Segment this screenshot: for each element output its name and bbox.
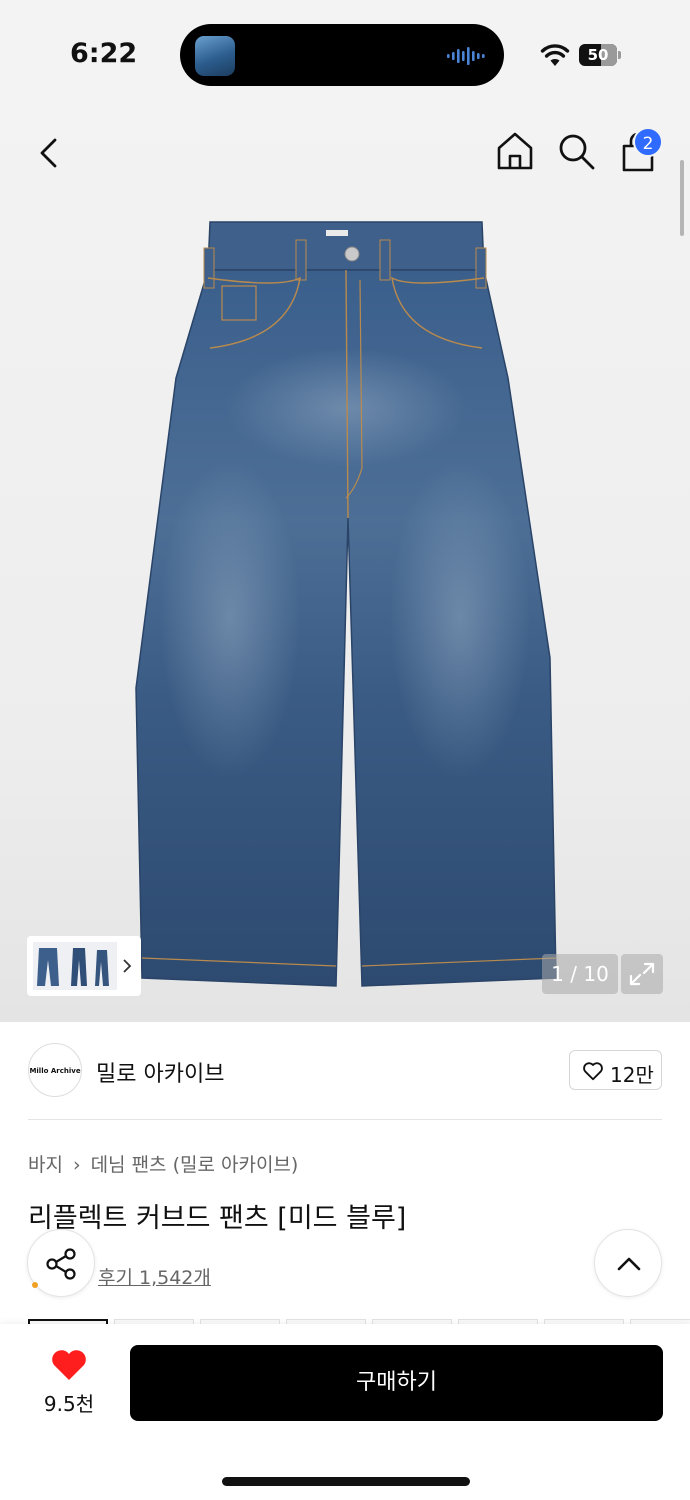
brand-logo[interactable]: Millo Archive xyxy=(28,1043,82,1097)
home-icon[interactable] xyxy=(495,130,535,172)
bottom-action-bar: 9.5천 구매하기 xyxy=(0,1324,690,1500)
heart-icon xyxy=(52,1350,86,1380)
chevron-right-icon: › xyxy=(72,1154,81,1176)
buy-button[interactable]: 구매하기 xyxy=(130,1345,663,1421)
status-bar: 6:22 50 xyxy=(0,0,690,110)
battery-level: 50 xyxy=(587,46,609,64)
rating-star-icon xyxy=(32,1282,38,1288)
breadcrumb-subcategory[interactable]: 데님 팬츠 (밀로 아카이브) xyxy=(91,1154,299,1176)
home-indicator[interactable] xyxy=(222,1477,470,1486)
breadcrumb-category[interactable]: 바지 xyxy=(28,1154,63,1176)
audio-wave-icon xyxy=(447,47,485,65)
thumbnail-previews xyxy=(33,942,132,990)
gallery-thumbnails-button[interactable] xyxy=(27,936,141,996)
status-time: 6:22 xyxy=(70,38,138,69)
brand-name[interactable]: 밀로 아카이브 xyxy=(96,1056,224,1088)
expand-button[interactable] xyxy=(621,954,663,994)
image-counter: 1 / 10 xyxy=(542,954,618,994)
divider xyxy=(28,1119,662,1120)
now-playing-artwork xyxy=(195,36,235,76)
scroll-to-top-button[interactable] xyxy=(594,1229,662,1297)
battery-indicator: 50 xyxy=(579,44,621,66)
scrollbar[interactable] xyxy=(680,160,684,236)
back-icon[interactable] xyxy=(30,132,70,172)
heart-outline-icon xyxy=(583,1062,603,1081)
product-image-gallery[interactable]: 1 / 10 xyxy=(0,110,690,1022)
product-photo xyxy=(135,221,557,987)
dynamic-island xyxy=(180,24,504,86)
wifi-icon xyxy=(540,44,570,66)
cart-count-badge: 2 xyxy=(633,127,663,157)
product-title: 리플렉트 커브드 팬츠 [미드 블루] xyxy=(28,1203,407,1234)
chevron-up-icon xyxy=(617,1257,641,1271)
chevron-right-icon xyxy=(123,959,132,973)
brand-like-count: 12만 xyxy=(610,1063,654,1087)
brand-like-button[interactable]: 12만 xyxy=(569,1050,662,1090)
search-icon[interactable] xyxy=(556,130,596,172)
brand-row: Millo Archive 밀로 아카이브 12만 xyxy=(28,1043,662,1099)
share-icon xyxy=(46,1248,76,1280)
wishlist-count: 9.5천 xyxy=(43,1392,95,1416)
wishlist-button[interactable]: 9.5천 xyxy=(30,1348,108,1418)
breadcrumb: 바지 › 데님 팬츠 (밀로 아카이브) xyxy=(28,1150,298,1177)
expand-icon xyxy=(629,962,655,986)
review-count-link[interactable]: 후기 1,542개 xyxy=(98,1263,211,1290)
